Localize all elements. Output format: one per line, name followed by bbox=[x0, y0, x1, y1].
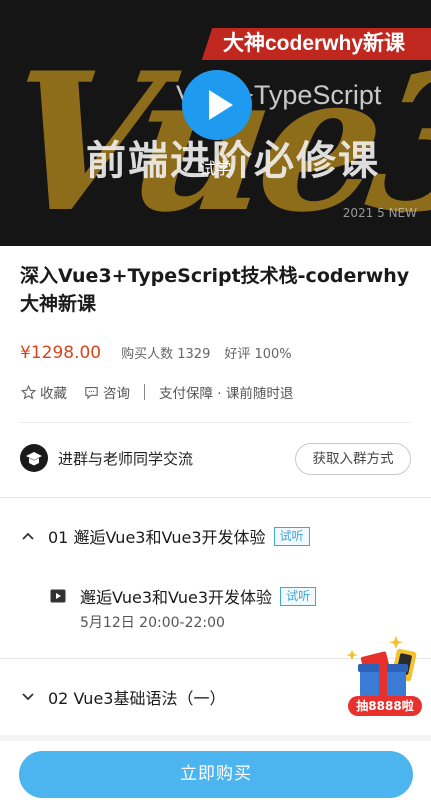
chapter-02-header[interactable]: 02 Vue3基础语法（一） bbox=[20, 685, 225, 709]
course-actions: 收藏 咨询 支付保障 · 课前随时退 bbox=[20, 382, 293, 402]
divider bbox=[20, 422, 411, 423]
favorite-label: 收藏 bbox=[40, 386, 67, 402]
chapter-title: 02 Vue3基础语法（一） bbox=[48, 689, 226, 708]
course-video-cover[interactable]: Vue3 大神coderwhy新课 Vue3+TypeScript 前端进阶必修… bbox=[0, 0, 431, 246]
trial-label[interactable]: 试学 bbox=[0, 155, 431, 179]
divider bbox=[0, 497, 431, 498]
star-icon bbox=[20, 384, 37, 400]
group-label: 进群与老师同学交流 bbox=[58, 449, 194, 468]
gift-box-icon bbox=[346, 636, 417, 698]
trial-tag: 试听 bbox=[280, 586, 317, 606]
favorite-button[interactable]: 收藏 bbox=[20, 382, 67, 402]
trial-tag: 试听 bbox=[273, 526, 310, 546]
course-title: 深入Vue3+TypeScript技术栈-coderwhy大神新课 bbox=[20, 265, 410, 315]
date-badge: 2021 5 NEW bbox=[342, 206, 417, 220]
consult-button[interactable]: 咨询 bbox=[83, 382, 130, 402]
chevron-up-icon bbox=[22, 532, 34, 540]
course-price: ¥1298.00 bbox=[20, 343, 102, 363]
buy-now-button[interactable]: 立即购买 bbox=[19, 751, 413, 798]
brand-ribbon: 大神coderwhy新课 bbox=[201, 28, 431, 60]
consult-label: 咨询 bbox=[103, 386, 130, 402]
lesson-title: 邂逅Vue3和Vue3开发体验 bbox=[80, 588, 273, 607]
play-icon bbox=[209, 90, 233, 120]
lottery-float-button[interactable]: 抽8888啦 bbox=[344, 632, 426, 718]
course-meta: ¥1298.00 购买人数 1329 好评 100% bbox=[20, 343, 292, 363]
rating: 好评 100% bbox=[224, 347, 292, 362]
buyer-count: 购买人数 1329 bbox=[121, 347, 211, 362]
brand-ribbon-text: 大神coderwhy新课 bbox=[223, 32, 406, 55]
group-logo-icon bbox=[20, 444, 48, 472]
lottery-label: 抽8888啦 bbox=[348, 696, 422, 716]
chapter-01-header[interactable]: 01 邂逅Vue3和Vue3开发体验 试听 bbox=[20, 524, 310, 548]
lesson-item[interactable]: 邂逅Vue3和Vue3开发体验 试听 bbox=[50, 584, 317, 608]
lesson-time: 5月12日 20:00-22:00 bbox=[80, 615, 225, 631]
chevron-down-icon bbox=[22, 693, 34, 701]
chat-icon bbox=[85, 386, 98, 400]
join-group-button[interactable]: 获取入群方式 bbox=[295, 443, 411, 475]
divider bbox=[144, 384, 145, 400]
divider bbox=[0, 735, 431, 741]
play-button[interactable] bbox=[182, 70, 252, 140]
video-icon bbox=[50, 589, 66, 603]
chapter-title: 01 邂逅Vue3和Vue3开发体验 bbox=[48, 528, 266, 547]
group-chat-row: 进群与老师同学交流 bbox=[20, 444, 193, 472]
payment-guarantee: 支付保障 · 课前随时退 bbox=[159, 386, 294, 402]
